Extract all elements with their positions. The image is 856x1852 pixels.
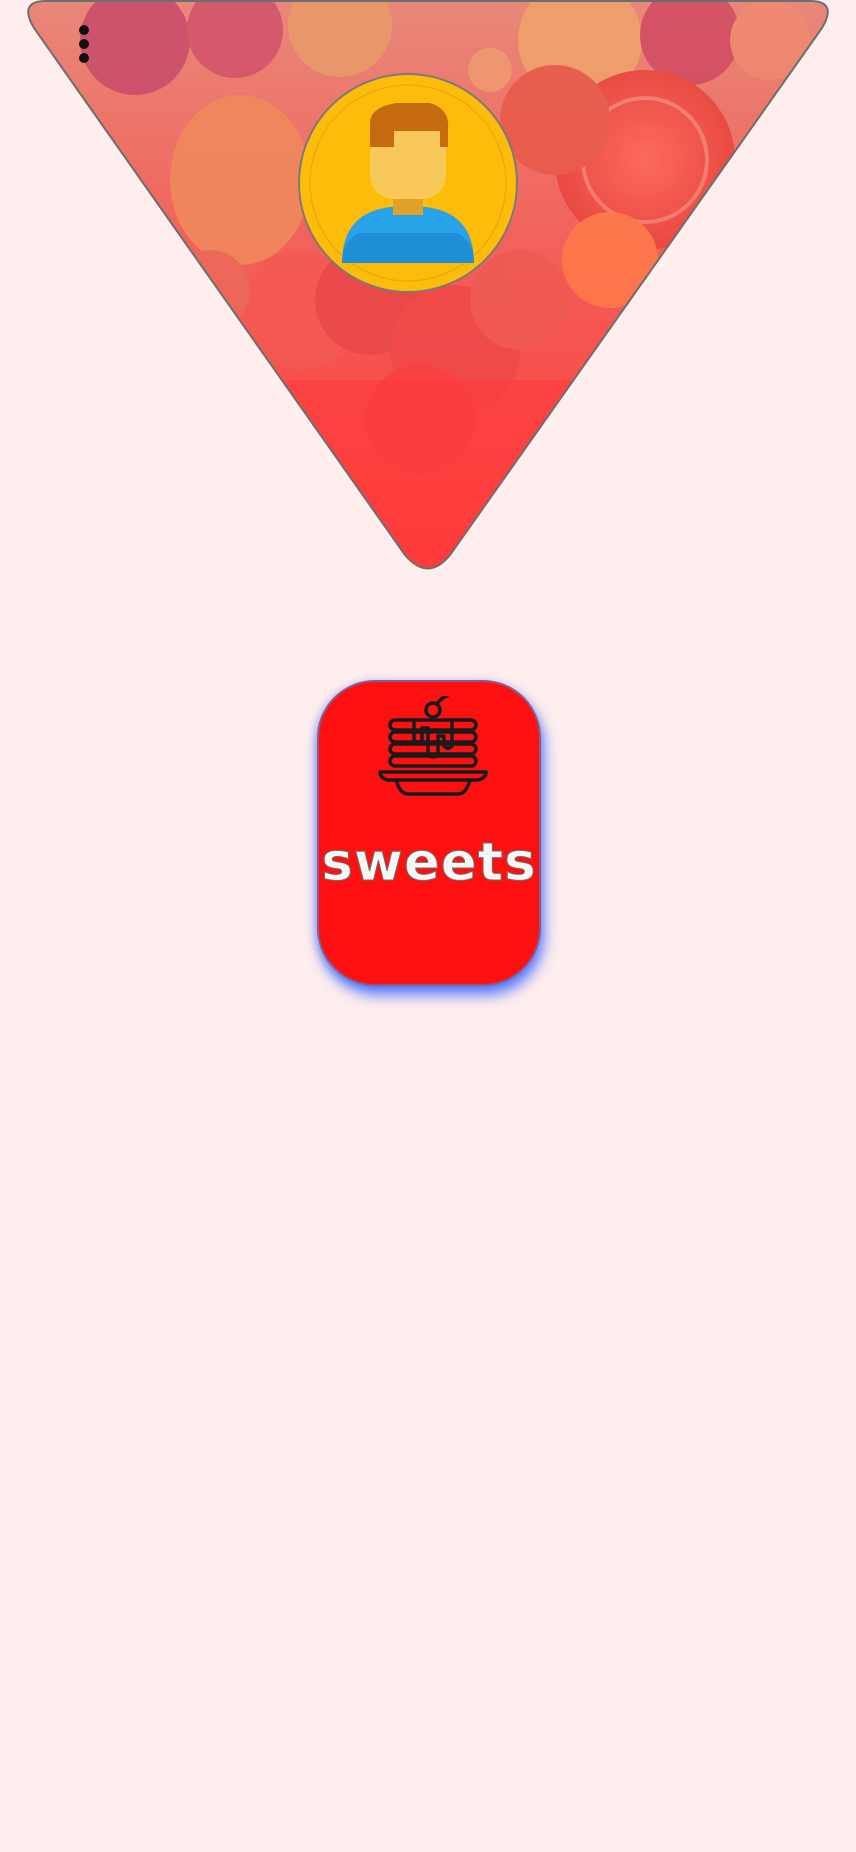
category-label: sweets — [321, 832, 537, 894]
pancake-stack-icon — [378, 696, 488, 796]
user-avatar-icon[interactable] — [298, 73, 518, 293]
more-vert-icon[interactable] — [66, 20, 102, 68]
sweets-category-card[interactable]: sweets — [317, 680, 541, 986]
